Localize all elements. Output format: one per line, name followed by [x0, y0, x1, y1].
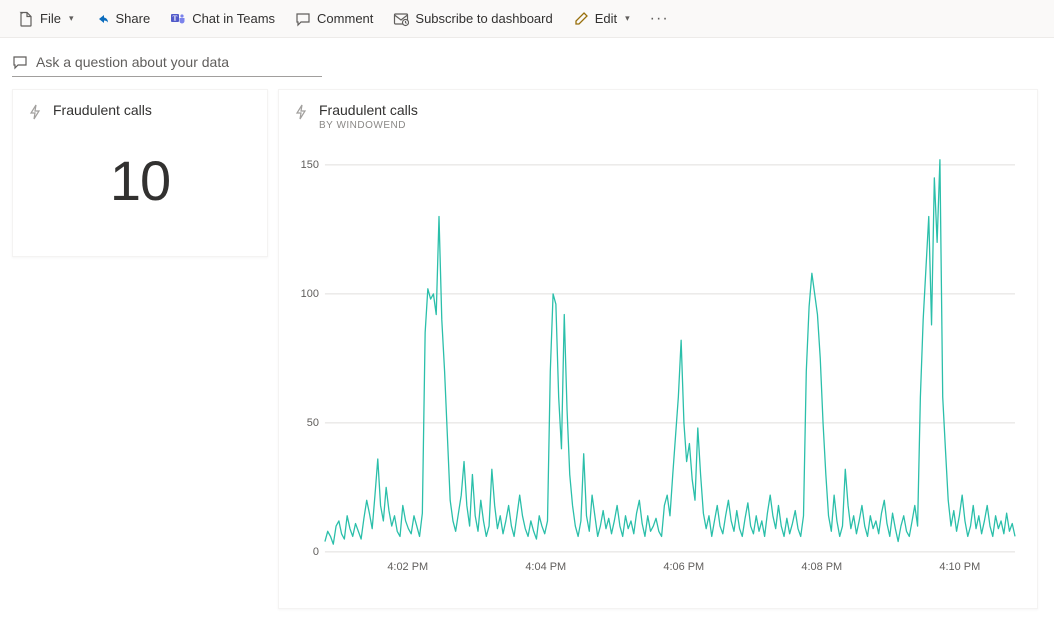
- svg-text:4:08 PM: 4:08 PM: [801, 561, 842, 573]
- tile-fraud-chart[interactable]: Fraudulent calls BY WINDOWEND 0 50 100 150 4…: [278, 89, 1038, 609]
- file-label: File: [40, 11, 61, 26]
- svg-text:50: 50: [307, 417, 319, 429]
- svg-text:0: 0: [313, 546, 319, 558]
- share-icon: [93, 11, 109, 27]
- svg-text:150: 150: [301, 159, 319, 171]
- teams-label: Chat in Teams: [192, 11, 275, 26]
- toolbar: File ▾ Share T Chat in Teams Comment Sub…: [0, 0, 1054, 38]
- svg-text:4:02 PM: 4:02 PM: [387, 561, 428, 573]
- comment-button[interactable]: Comment: [287, 7, 381, 31]
- bolt-icon: [295, 104, 309, 120]
- chart: 0 50 100 150 4:02 PM 4:04 PM 4:06 PM 4:08 PM 4:1…: [295, 146, 1021, 578]
- tile-title: Fraudulent calls: [53, 102, 152, 118]
- subscribe-icon: [393, 11, 409, 27]
- svg-text:4:06 PM: 4:06 PM: [663, 561, 704, 573]
- comment-icon: [12, 54, 28, 70]
- svg-text:4:10 PM: 4:10 PM: [939, 561, 980, 573]
- teams-icon: T: [170, 11, 186, 27]
- tile-subtitle: BY WINDOWEND: [319, 120, 418, 131]
- tile-value: 10: [29, 148, 251, 213]
- svg-text:100: 100: [301, 288, 319, 300]
- svg-text:T: T: [173, 14, 178, 22]
- subscribe-button[interactable]: Subscribe to dashboard: [385, 7, 560, 31]
- edit-icon: [573, 11, 589, 27]
- tile-header: Fraudulent calls: [29, 102, 251, 120]
- teams-button[interactable]: T Chat in Teams: [162, 7, 283, 31]
- tile-fraud-count[interactable]: Fraudulent calls 10: [12, 89, 268, 257]
- more-options-button[interactable]: ···: [642, 10, 677, 28]
- comment-icon: [295, 11, 311, 27]
- share-label: Share: [115, 11, 150, 26]
- dashboard: Fraudulent calls 10 Fraudulent calls BY …: [0, 77, 1054, 621]
- qa-input[interactable]: Ask a question about your data: [12, 50, 322, 77]
- bolt-icon: [29, 104, 43, 120]
- edit-menu[interactable]: Edit ▾: [565, 7, 638, 31]
- share-button[interactable]: Share: [85, 7, 158, 31]
- edit-label: Edit: [595, 11, 617, 26]
- svg-text:4:04 PM: 4:04 PM: [525, 561, 566, 573]
- file-menu[interactable]: File ▾: [10, 7, 81, 31]
- tile-title: Fraudulent calls: [319, 102, 418, 118]
- tile-header: Fraudulent calls BY WINDOWEND: [295, 102, 1021, 131]
- subscribe-label: Subscribe to dashboard: [415, 11, 552, 26]
- chevron-down-icon: ▾: [625, 13, 630, 24]
- qa-placeholder: Ask a question about your data: [36, 54, 229, 70]
- chevron-down-icon: ▾: [69, 13, 74, 24]
- comment-label: Comment: [317, 11, 373, 26]
- file-icon: [18, 11, 34, 27]
